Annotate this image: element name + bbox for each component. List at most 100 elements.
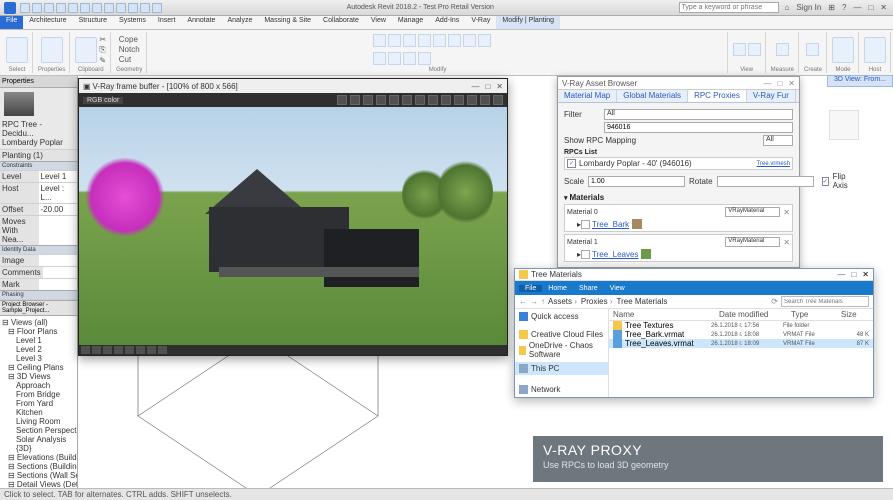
- tab-view[interactable]: View: [365, 16, 392, 29]
- minimize-icon[interactable]: —: [851, 3, 863, 12]
- tab-systems[interactable]: Systems: [113, 16, 152, 29]
- sidebar-item[interactable]: Network: [519, 384, 604, 395]
- tab-rpc-proxies[interactable]: RPC Proxies: [688, 90, 747, 102]
- override-icon[interactable]: [748, 43, 761, 56]
- explorer-home-tab[interactable]: Home: [542, 285, 573, 292]
- tab-global-materials[interactable]: Global Materials: [617, 90, 688, 102]
- explorer-close-icon[interactable]: ✕: [862, 270, 869, 279]
- explorer-file-tab[interactable]: File: [519, 285, 542, 292]
- mat1-link[interactable]: Tree_Leaves: [592, 250, 638, 259]
- infocenter-icon[interactable]: ⌂: [783, 3, 792, 12]
- mat0-enable-checkbox[interactable]: [581, 220, 590, 229]
- explorer-share-tab[interactable]: Share: [573, 285, 604, 292]
- property-value[interactable]: [39, 255, 78, 266]
- vfb-save-icon[interactable]: [337, 95, 347, 105]
- tree-item[interactable]: ⊟ Floor Plans: [2, 327, 75, 336]
- mirror-icon[interactable]: [403, 34, 416, 47]
- nav-fwd-icon[interactable]: →: [530, 297, 538, 306]
- mat0-remove-icon[interactable]: ✕: [783, 208, 790, 217]
- cope-button[interactable]: Cope: [119, 35, 140, 44]
- explorer-maximize-icon[interactable]: □: [851, 270, 856, 279]
- vfb-sb-7-icon[interactable]: [147, 346, 156, 354]
- asset-titlebar[interactable]: V-Ray Asset Browser — □ ✕: [558, 77, 799, 90]
- vfb-sb-3-icon[interactable]: [103, 346, 112, 354]
- vfb-maximize-icon[interactable]: □: [485, 82, 490, 91]
- rpc-item[interactable]: ✓ Lombardy Poplar - 40' (946016) Tree.vr…: [564, 157, 793, 170]
- qat-open-icon[interactable]: [20, 3, 30, 13]
- tab-modify-planting[interactable]: Modify | Planting: [496, 16, 560, 29]
- notch-button[interactable]: Notch: [119, 45, 140, 54]
- qat-measure-icon[interactable]: [92, 3, 102, 13]
- help-icon[interactable]: ?: [840, 3, 848, 12]
- vfb-mono-icon[interactable]: [441, 95, 451, 105]
- sidebar-item[interactable]: OneDrive - Chaos Software: [519, 340, 604, 360]
- vfb-sb-8-icon[interactable]: [158, 346, 167, 354]
- tab-structure[interactable]: Structure: [73, 16, 113, 29]
- rotate-icon[interactable]: [448, 34, 461, 47]
- rpc-vrmesh-link[interactable]: Tree.vrmesh: [757, 161, 790, 167]
- property-value[interactable]: -20.00: [39, 204, 78, 215]
- vfb-lens-icon[interactable]: [454, 95, 464, 105]
- qat-switch-icon[interactable]: [152, 3, 162, 13]
- show-rpc-dropdown[interactable]: All: [763, 135, 793, 146]
- tab-vray-fur[interactable]: V-Ray Fur: [747, 90, 796, 102]
- match-icon[interactable]: ✎: [99, 56, 106, 65]
- browser-tree[interactable]: ⊟ Views (all)⊟ Floor PlansLevel 1Level 2…: [0, 316, 77, 495]
- tab-manage[interactable]: Manage: [392, 16, 429, 29]
- cat-phasing[interactable]: Phasing: [0, 290, 77, 299]
- nav-up-icon[interactable]: ↑: [541, 297, 545, 306]
- mat1-swatch-icon[interactable]: [641, 249, 651, 259]
- sidebar-item[interactable]: This PC: [515, 362, 608, 375]
- scale-input[interactable]: [588, 176, 685, 187]
- exchange-icon[interactable]: ⊞: [826, 3, 837, 12]
- sidebar-item[interactable]: Creative Cloud Files: [519, 329, 604, 340]
- cut-icon[interactable]: ✂: [99, 35, 106, 44]
- tab-annotate[interactable]: Annotate: [181, 16, 221, 29]
- vfb-sb-2-icon[interactable]: [92, 346, 101, 354]
- nav-back-icon[interactable]: ←: [519, 297, 527, 306]
- vfb-render-output[interactable]: [79, 107, 507, 345]
- file-row[interactable]: Tree_Leaves.vrmat26.1.2018 г. 18:09VRMAT…: [609, 339, 873, 348]
- property-value[interactable]: [39, 279, 78, 290]
- help-search-input[interactable]: [679, 2, 779, 13]
- qat-redo-icon[interactable]: [56, 3, 66, 13]
- tab-vray[interactable]: V-Ray: [465, 16, 496, 29]
- mat1-enable-checkbox[interactable]: [581, 250, 590, 259]
- vfb-cc-icon[interactable]: [467, 95, 477, 105]
- tree-item[interactable]: Level 1: [2, 336, 75, 345]
- tree-item[interactable]: Approach: [2, 381, 75, 390]
- array-icon[interactable]: [373, 52, 386, 65]
- vfb-channel-dropdown[interactable]: RGB color: [83, 97, 123, 104]
- tree-item[interactable]: From Bridge: [2, 390, 75, 399]
- tab-material-map[interactable]: Material Map: [558, 90, 617, 102]
- tab-analyze[interactable]: Analyze: [221, 16, 258, 29]
- qat-print-icon[interactable]: [68, 3, 78, 13]
- property-value[interactable]: Level : L...: [39, 183, 78, 203]
- tree-item[interactable]: ⊟ 3D Views: [2, 372, 75, 381]
- explorer-sidebar[interactable]: Quick accessCreative Cloud FilesOneDrive…: [515, 309, 609, 397]
- vfb-clear-icon[interactable]: [363, 95, 373, 105]
- tree-item[interactable]: Level 2: [2, 345, 75, 354]
- property-value[interactable]: Level 1: [39, 171, 78, 182]
- vfb-close-icon[interactable]: ✕: [496, 82, 503, 91]
- file-row[interactable]: Tree_Bark.vrmat26.1.2018 г. 18:08VRMAT F…: [609, 330, 873, 339]
- close-icon[interactable]: ✕: [878, 3, 889, 12]
- filter-dropdown[interactable]: All: [604, 109, 793, 120]
- flip-axis-checkbox[interactable]: ✓: [822, 177, 829, 186]
- vfb-srgb-icon[interactable]: [428, 95, 438, 105]
- mat1-type-dropdown[interactable]: VRayMaterial: [725, 237, 780, 247]
- rpc-checkbox[interactable]: ✓: [567, 159, 576, 168]
- view-title-tab[interactable]: 3D View: From...: [827, 75, 893, 87]
- cat-constraints[interactable]: Constraints: [0, 161, 77, 170]
- pick-new-host-icon[interactable]: [864, 37, 886, 63]
- breadcrumb[interactable]: Assets Proxies Tree Materials: [548, 297, 768, 306]
- explorer-search-input[interactable]: [781, 296, 869, 307]
- category-dropdown[interactable]: Planting (1): [0, 150, 77, 161]
- properties-button-icon[interactable]: [41, 37, 63, 63]
- tree-item[interactable]: Kitchen: [2, 408, 75, 417]
- tree-item[interactable]: ⊟ Elevations (Building Elevation): [2, 453, 75, 462]
- nav-refresh-icon[interactable]: ⟳: [771, 297, 778, 306]
- tree-item[interactable]: Level 3: [2, 354, 75, 363]
- vfb-minimize-icon[interactable]: —: [471, 82, 479, 91]
- rotate-input[interactable]: [717, 176, 814, 187]
